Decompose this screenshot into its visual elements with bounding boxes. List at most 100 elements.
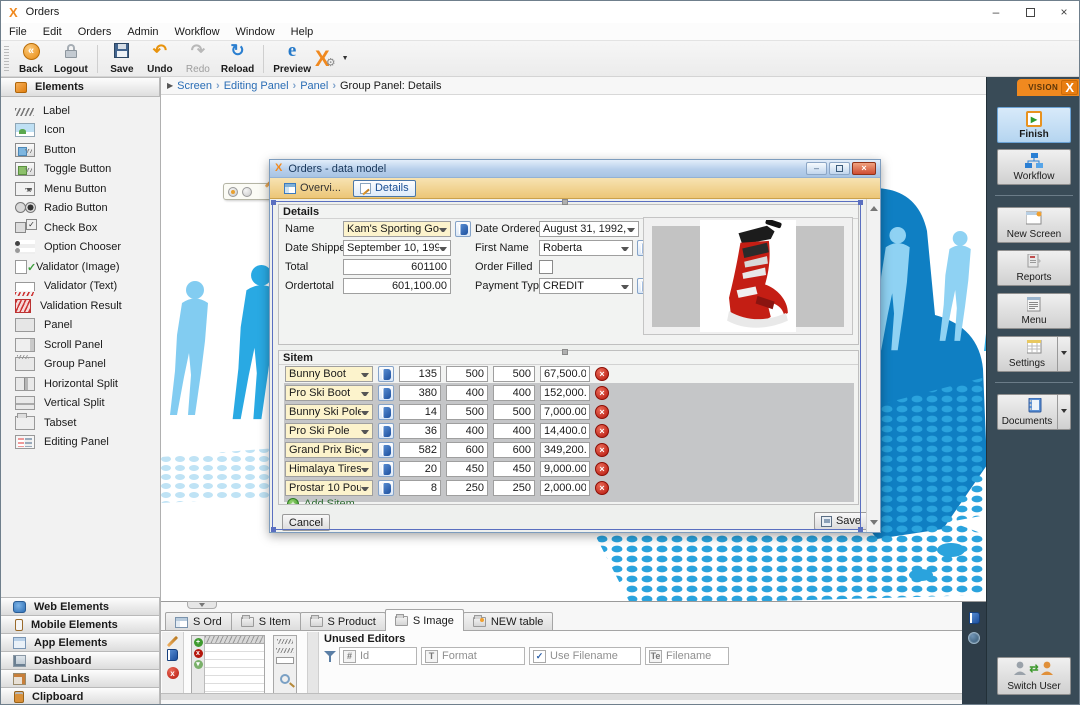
menu-orders[interactable]: Orders <box>70 26 120 38</box>
price-field[interactable]: 250 <box>446 480 488 496</box>
logout-button[interactable]: Logout <box>50 43 92 75</box>
floating-mini-toolbar[interactable] <box>223 183 273 200</box>
workflow-button[interactable]: Workflow <box>997 149 1071 185</box>
notebook-icon[interactable] <box>969 612 980 624</box>
tab-s-image[interactable]: S Image <box>385 609 464 631</box>
section-app-elements[interactable]: App Elements <box>1 633 160 652</box>
unit-price-field[interactable]: 450 <box>493 461 535 477</box>
undo-button[interactable]: ↶ Undo <box>141 43 179 75</box>
breadcrumb-panel[interactable]: Panel <box>300 80 328 92</box>
resize-handle[interactable] <box>562 199 568 205</box>
preview-button[interactable]: e Preview <box>269 43 315 75</box>
delete-row-button[interactable]: × <box>595 405 609 419</box>
quantity-field[interactable]: 135 <box>399 366 441 382</box>
mini-tool-icon[interactable] <box>242 187 252 197</box>
insert-row-icon[interactable]: ▾ <box>194 660 203 669</box>
quantity-field[interactable]: 20 <box>399 461 441 477</box>
table-editor-preview[interactable]: + x ▾ <box>191 635 265 696</box>
menu-admin[interactable]: Admin <box>119 26 166 38</box>
product-select[interactable]: Grand Prix Bicycle <box>285 442 373 458</box>
redo-button[interactable]: ↷ Redo <box>179 43 217 75</box>
tab-overview[interactable]: Overvi... <box>278 180 347 197</box>
menu-edit[interactable]: Edit <box>35 26 70 38</box>
row-detail-button[interactable] <box>378 461 394 477</box>
palette-item-group-panel[interactable]: Group Panel <box>1 355 160 375</box>
delete-row-button[interactable]: × <box>595 386 609 400</box>
new-screen-button[interactable]: New Screen <box>997 207 1071 243</box>
tab-s-ord[interactable]: S Ord <box>165 612 232 631</box>
total-field[interactable]: 601100 <box>343 259 451 275</box>
unit-price-field[interactable]: 500 <box>493 366 535 382</box>
maximize-button[interactable] <box>1013 1 1047 23</box>
first-name-select[interactable]: Roberta <box>539 240 633 256</box>
palette-item-check-box[interactable]: Check Box <box>1 218 160 238</box>
row-total-field[interactable]: 14,400.00 <box>540 423 590 439</box>
unit-price-field[interactable]: 500 <box>493 404 535 420</box>
scroll-down-icon[interactable] <box>870 520 878 529</box>
tab-s-item[interactable]: S Item <box>231 612 301 631</box>
close-button[interactable]: × <box>1047 1 1080 23</box>
unused-editor-format[interactable]: T Format <box>421 647 525 665</box>
mini-tool-icon[interactable] <box>228 187 238 197</box>
date-shipped-select[interactable]: September 10, 1992, 12:00 <box>343 240 451 256</box>
tab-new-table[interactable]: NEW table <box>463 612 554 631</box>
delete-row-button[interactable]: × <box>595 443 609 457</box>
section-web-elements[interactable]: Web Elements <box>1 597 160 616</box>
panel-divider[interactable] <box>307 632 319 700</box>
ordertotal-field[interactable]: 601,100.00 <box>343 278 451 294</box>
dialog-title-bar[interactable]: X Orders - data model – × <box>270 160 880 178</box>
menu-window[interactable]: Window <box>228 26 283 38</box>
palette-item-panel[interactable]: Panel <box>1 316 160 336</box>
unit-price-field[interactable]: 250 <box>493 480 535 496</box>
dialog-scrollbar[interactable] <box>866 199 880 532</box>
palette-item-validation-result[interactable]: Validation Result <box>1 296 160 316</box>
section-data-links[interactable]: Data Links <box>1 669 160 688</box>
order-filled-checkbox[interactable] <box>539 260 553 274</box>
add-row-icon[interactable]: + <box>194 638 203 647</box>
row-detail-button[interactable] <box>378 404 394 420</box>
panel-collapse-button[interactable] <box>187 601 217 609</box>
row-total-field[interactable]: 9,000.00 <box>540 461 590 477</box>
minimize-button[interactable]: – <box>979 1 1013 23</box>
menu-workflow[interactable]: Workflow <box>167 26 228 38</box>
payment-type-select[interactable]: CREDIT <box>539 278 633 294</box>
unused-editor-use-filename[interactable]: ✓ Use Filename <box>529 647 641 665</box>
product-select[interactable]: Himalaya Tires <box>285 461 373 477</box>
scroll-up-icon[interactable] <box>870 202 878 211</box>
selection-handle[interactable] <box>858 527 863 532</box>
cancel-button[interactable]: Cancel <box>282 514 330 531</box>
delete-row-icon[interactable]: x <box>194 649 203 658</box>
menu-file[interactable]: File <box>1 26 35 38</box>
row-total-field[interactable]: 67,500.00 <box>540 366 590 382</box>
palette-item-label[interactable]: Label <box>1 101 160 121</box>
toolbar-dropdown-caret-icon[interactable]: ▼ <box>342 55 349 62</box>
section-dashboard[interactable]: Dashboard <box>1 651 160 670</box>
section-clipboard[interactable]: Clipboard <box>1 687 160 705</box>
finish-button[interactable]: ▶ Finish <box>997 107 1071 143</box>
product-select[interactable]: Bunny Ski Pole <box>285 404 373 420</box>
palette-item-editing-panel[interactable]: Editing Panel <box>1 433 160 453</box>
documents-button[interactable]: Documents <box>997 394 1071 430</box>
notebook-icon[interactable] <box>167 649 178 661</box>
back-button[interactable]: « Back <box>12 43 50 75</box>
palette-item-toggle-button[interactable]: Toggle Button <box>1 160 160 180</box>
palette-item-scroll-panel[interactable]: Scroll Panel <box>1 335 160 355</box>
row-detail-button[interactable] <box>378 442 394 458</box>
palette-item-horizontal-split[interactable]: Horizontal Split <box>1 374 160 394</box>
switch-user-button[interactable]: ⇄ Switch User <box>997 657 1071 695</box>
palette-item-radio-button[interactable]: Radio Button <box>1 199 160 219</box>
elements-accordion-header[interactable]: Elements <box>1 77 160 97</box>
reports-button[interactable]: Reports <box>997 250 1071 286</box>
resize-handle[interactable] <box>562 349 568 355</box>
quantity-field[interactable]: 380 <box>399 385 441 401</box>
globe-icon[interactable] <box>968 632 980 644</box>
price-field[interactable]: 600 <box>446 442 488 458</box>
selection-handle[interactable] <box>271 200 276 205</box>
reload-button[interactable]: ↻ Reload <box>217 43 258 75</box>
form-editor-preview[interactable] <box>273 635 297 696</box>
sitem-group-panel[interactable]: Sitem Bunny Boot 135 500 500 67,500.00 ×… <box>278 350 859 505</box>
name-select[interactable]: Kam's Sporting Good <box>343 221 451 237</box>
tab-s-product[interactable]: S Product <box>300 612 386 631</box>
product-select[interactable]: Prostar 10 Pound We <box>285 480 373 496</box>
product-select[interactable]: Pro Ski Boot <box>285 385 373 401</box>
